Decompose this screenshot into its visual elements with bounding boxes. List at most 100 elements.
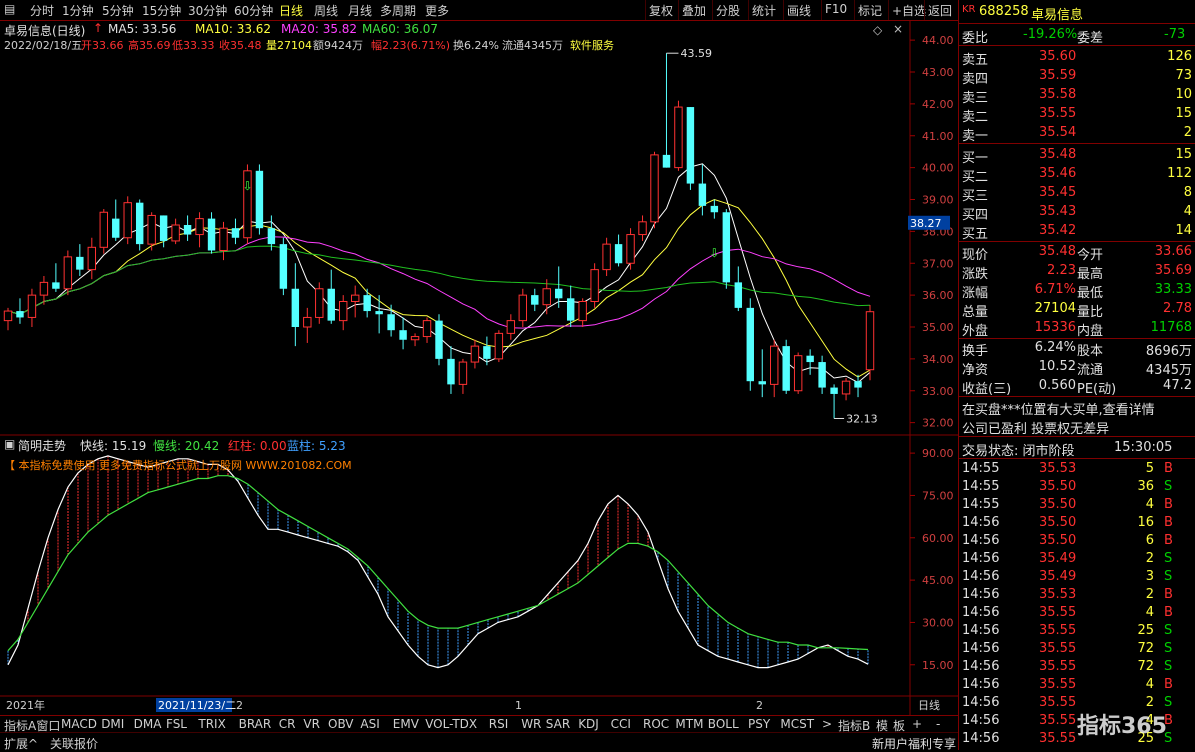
info-low: 低33.33 [172, 39, 215, 52]
stat-label: 量比 [1077, 305, 1104, 320]
toolbar-separator [821, 0, 822, 20]
indicator-tab-11[interactable]: ASI [360, 717, 379, 731]
indicator-tab-right-4[interactable]: + [912, 717, 922, 731]
toolbar-separator [888, 0, 889, 20]
indicator-tab-10[interactable]: OBV [328, 717, 354, 731]
indicator-tab-8[interactable]: CR [279, 717, 296, 731]
toolbar-btn-3[interactable]: 统计 [752, 2, 776, 19]
toolbar-btn-0[interactable]: 复权 [649, 2, 673, 19]
indicator-tab-14[interactable]: RSI [489, 717, 509, 731]
indicator-tab-7[interactable]: BRAR [239, 717, 272, 731]
price-axis-label: 39.00 [922, 194, 954, 207]
indicator-tab-3[interactable]: DMI [101, 717, 124, 731]
promo-link[interactable]: 新用户福利专享 [872, 735, 956, 752]
toolbar-btn-2[interactable]: 分股 [716, 2, 740, 19]
ask-price: 35.59 [1039, 68, 1077, 83]
candle [350, 294, 360, 302]
indicator-tab-22[interactable]: PSY [748, 717, 770, 731]
candle [387, 314, 395, 331]
calendar-icon[interactable]: ▤ [4, 2, 15, 16]
bid-vol: 8 [1183, 185, 1192, 200]
candle [123, 202, 132, 239]
tab-9[interactable]: 多周期 [380, 2, 416, 19]
candle [291, 288, 300, 327]
candle [99, 211, 108, 248]
stat-value: 35.48 [1038, 244, 1076, 259]
tick-time: 14:56 [962, 515, 1000, 530]
indicator-tab-6[interactable]: TRIX [198, 717, 225, 731]
candle [147, 214, 156, 245]
indicator-tab-2[interactable]: MACD [61, 717, 97, 731]
tab-6[interactable]: 日线 [279, 2, 303, 19]
toolbar-btn-4[interactable]: 画线 [787, 2, 811, 19]
indicator-tab-12[interactable]: EMV [393, 717, 419, 731]
candle [255, 170, 264, 229]
indicator-tab-21[interactable]: BOLL [708, 717, 739, 731]
indicator-tab-right-0[interactable]: > [822, 717, 832, 731]
stat2-value: 4345万 [1145, 363, 1192, 378]
bid-vol: 4 [1183, 204, 1192, 219]
tick-time: 14:56 [962, 695, 1000, 710]
indicator-tab-5[interactable]: FSL [166, 717, 187, 731]
indicator-tab-13[interactable]: VOL-TDX [425, 717, 477, 731]
low-label: 32.13 [846, 412, 878, 425]
expand-button[interactable]: 扩展^ [4, 735, 38, 752]
stat-value: 6.71% [1034, 282, 1076, 297]
ask-vol: 15 [1175, 106, 1192, 121]
indicator-tab-16[interactable]: SAR [546, 717, 570, 731]
stat-label: 总量 [962, 305, 989, 320]
quote-row: 14:56 35.53 2 B [959, 586, 1195, 604]
stat2-label: 股本 [1077, 344, 1104, 359]
candle [435, 320, 443, 359]
big-order-notice[interactable]: 在买盘***位置有大买单,查看详情 [962, 399, 1155, 418]
tab-0[interactable]: 分时 [30, 2, 54, 19]
quote-row: 14:55 35.50 4 B [959, 496, 1195, 514]
tab-1[interactable]: 1分钟 [62, 2, 94, 19]
indicator-tab-19[interactable]: ROC [643, 717, 669, 731]
price-axis-label: 41.00 [922, 130, 954, 143]
tick-side: S [1164, 641, 1173, 656]
bid-price: 35.45 [1039, 185, 1077, 200]
candle [470, 345, 480, 363]
toolbar-btn-6[interactable]: 标记 [858, 2, 882, 19]
toolbar-btn-5[interactable]: F10 [825, 2, 847, 16]
related-quote-button[interactable]: 关联报价 [50, 735, 98, 752]
kline-chart[interactable]: 44.0043.0042.0041.0040.0039.0038.0037.00… [0, 21, 958, 715]
info-float: 流通4345万 [502, 39, 563, 52]
indicator-tab-4[interactable]: DMA [134, 717, 162, 731]
toolbar-btn-1[interactable]: 叠加 [682, 2, 706, 19]
tab-8[interactable]: 月线 [348, 2, 372, 19]
indicator-tab-20[interactable]: MTM [675, 717, 703, 731]
indicator-tab-9[interactable]: VR [303, 717, 320, 731]
ask-label: 卖四 [962, 72, 989, 87]
tab-7[interactable]: 周线 [314, 2, 338, 19]
tick-price: 35.55 [1039, 623, 1077, 638]
tick-price: 35.55 [1039, 695, 1077, 710]
stock-code: 688258 [979, 4, 1029, 19]
tab-3[interactable]: 15分钟 [142, 2, 181, 19]
ma5-label: MA5: 33.56 [108, 22, 177, 36]
toolbar-btn-7[interactable]: +自选 [892, 2, 926, 19]
tab-2[interactable]: 5分钟 [102, 2, 134, 19]
indicator-tab-17[interactable]: KDJ [578, 717, 599, 731]
indicator-tab-15[interactable]: WR [521, 717, 541, 731]
bid-label: 买五 [962, 227, 989, 242]
tab-4[interactable]: 30分钟 [188, 2, 227, 19]
candle [171, 224, 180, 242]
indicator-tab-18[interactable]: CCI [611, 717, 631, 731]
candle [626, 234, 635, 264]
indicator-tab-23[interactable]: MCST [780, 717, 814, 731]
price-axis-label: 35.00 [922, 321, 954, 334]
tick-time: 14:56 [962, 551, 1000, 566]
ma60-label: MA60: 36.07 [362, 22, 439, 36]
quote-row: 卖三 35.58 10 [959, 86, 1195, 106]
tick-side: S [1164, 659, 1173, 674]
tab-5[interactable]: 60分钟 [234, 2, 273, 19]
indicator-notice: 【 本指标免费使用 更多免费指标公式就上万股网 WWW.201082.COM [4, 459, 352, 472]
toolbar-btn-8[interactable]: 返回 [928, 2, 952, 19]
indicator-settings-icon: ▣ [4, 437, 16, 451]
tab-10[interactable]: 更多 [425, 2, 449, 19]
info-date: 2022/02/18/五 [4, 39, 83, 52]
info-chg: 幅2.23(6.71%) [371, 39, 451, 52]
indicator-tab-right-5[interactable]: - [936, 717, 940, 731]
